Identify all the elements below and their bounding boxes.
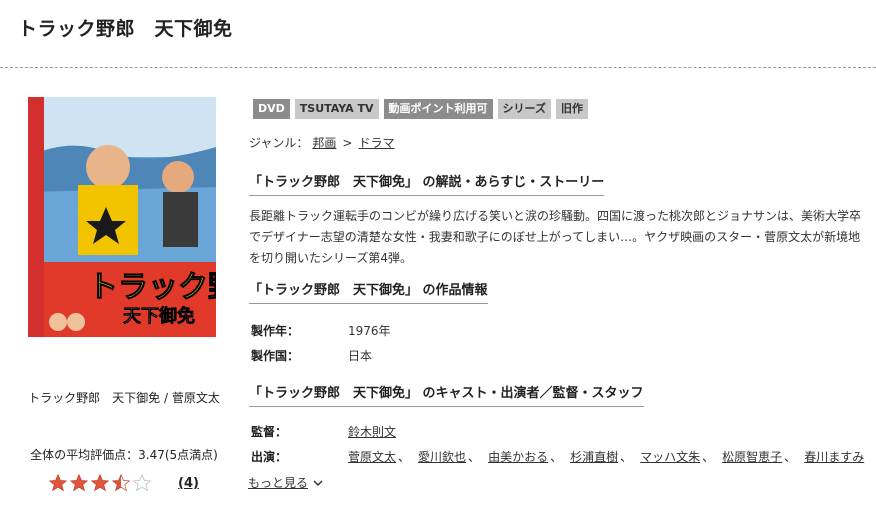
star-empty-icon (132, 473, 152, 492)
info-value: 1976年 (348, 324, 391, 338)
poster-image[interactable]: トラック野郎 天下御免 (28, 97, 216, 337)
divider (0, 67, 876, 68)
rating-stars (48, 473, 153, 493)
tag-series: シリーズ (497, 99, 551, 119)
tag-dvd: DVD (253, 99, 290, 119)
synopsis-heading: 「トラック野郎 天下御免」 の解説・あらすじ・ストーリー (249, 171, 605, 196)
genre-breadcrumb: ジャンル： 邦画 > ドラマ (249, 134, 399, 151)
cast-link[interactable]: 松原智恵子 (722, 448, 782, 465)
show-more-label: もっと見る (248, 476, 309, 490)
cast-link[interactable]: 杉浦直樹 (570, 448, 618, 465)
genre-link-hoga[interactable]: 邦画 (312, 134, 336, 151)
cast-heading: 「トラック野郎 天下御免」 のキャスト・出演者／監督・スタッフ (249, 382, 644, 407)
star-full-icon (69, 473, 89, 492)
genre-separator: > (342, 135, 353, 150)
tag-tsutaya-tv: TSUTAYA TV (294, 99, 379, 119)
show-more-link[interactable]: もっと見る (248, 474, 323, 491)
info-label: 製作年： (251, 324, 300, 338)
info-heading: 「トラック野郎 天下御免」 の作品情報 (249, 279, 488, 304)
cast-link[interactable]: 春川ますみ (804, 448, 864, 465)
review-count-link[interactable]: (4) (178, 476, 199, 491)
poster-title: トラック野郎 (88, 270, 216, 305)
director-label: 監督： (251, 425, 288, 439)
tag-points: 動画ポイント利用可 (383, 99, 493, 119)
genre-label: ジャンル： (249, 136, 309, 150)
cast-label: 出演： (251, 450, 288, 464)
info-label: 製作国： (251, 349, 300, 363)
cast-list-row: 出演： 菅原文太、 愛川欽也、 由美かおる、 杉浦直樹、 マッハ文朱、 松原智恵… (251, 448, 865, 465)
star-full-icon (90, 473, 110, 492)
director-link[interactable]: 鈴木則文 (348, 423, 396, 440)
page-title: トラック野郎 天下御免 (18, 18, 233, 40)
cast-link[interactable]: マッハ文朱 (640, 448, 700, 465)
info-value: 日本 (348, 349, 373, 363)
star-half-icon (111, 473, 131, 492)
poster-caption[interactable]: トラック野郎 天下御免 / 菅原文太 (26, 389, 222, 407)
director-row: 監督： 鈴木則文 (251, 423, 396, 440)
info-row-country: 製作国： 日本 (251, 347, 372, 364)
average-rating: 全体の平均評価点：3.47(5点満点) (30, 448, 218, 462)
cast-link[interactable]: 愛川欽也 (418, 448, 466, 465)
genre-link-drama[interactable]: ドラマ (358, 134, 394, 151)
info-row-year: 製作年： 1976年 (251, 322, 391, 339)
poster-subtitle: 天下御免 (123, 305, 195, 327)
synopsis-text: 長距離トラック運転手のコンビが繰り広げる笑いと涙の珍騒動。四国に渡った桃次郎とジ… (249, 209, 862, 265)
cast-link[interactable]: 由美かおる (488, 448, 548, 465)
cast-link[interactable]: 菅原文太 (348, 448, 396, 465)
star-full-icon (48, 473, 68, 492)
chevron-down-icon (313, 479, 323, 486)
tag-old: 旧作 (555, 99, 588, 119)
tag-list: DVD TSUTAYA TV 動画ポイント利用可 シリーズ 旧作 (253, 99, 593, 119)
